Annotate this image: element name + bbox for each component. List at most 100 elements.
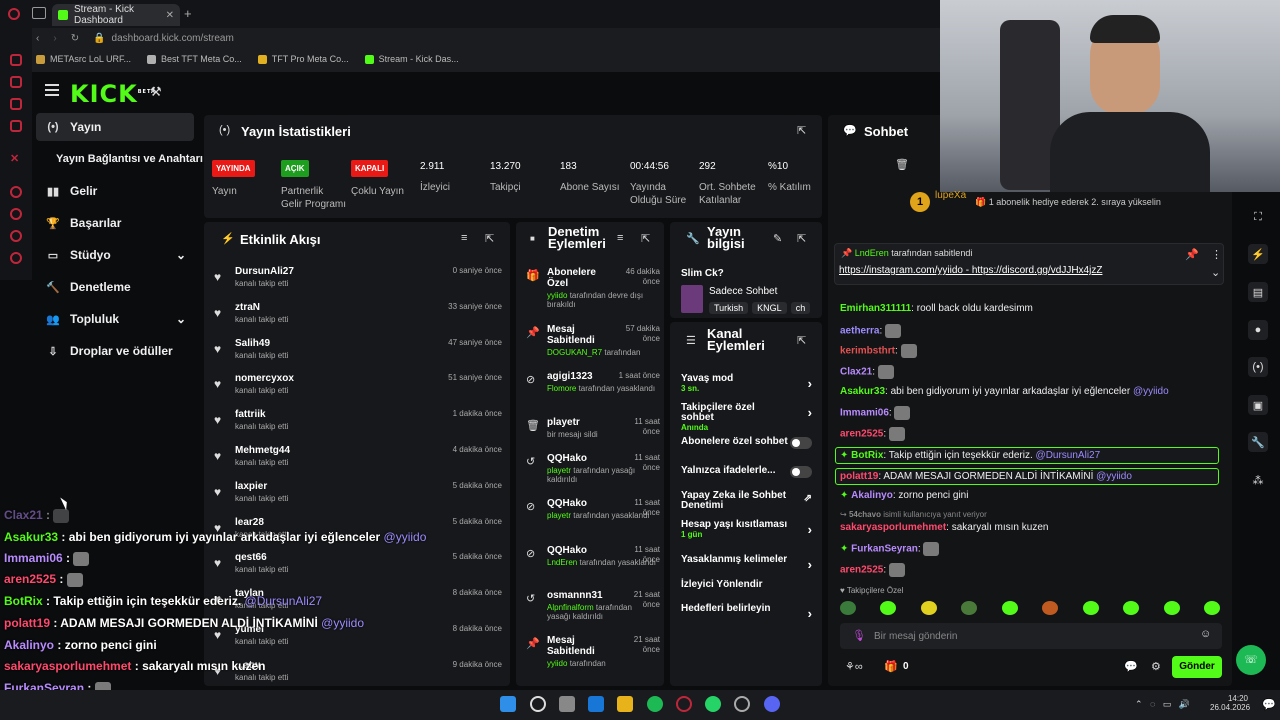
hamburger-menu-icon[interactable] xyxy=(45,84,59,96)
hammer-icon[interactable]: ⚒ xyxy=(150,84,162,100)
tag[interactable]: Turkish xyxy=(709,302,749,314)
support-icon[interactable]: ☏ xyxy=(1236,645,1266,675)
chevron-down-icon[interactable]: ⌄ xyxy=(176,248,186,262)
emote-icon[interactable] xyxy=(920,601,937,615)
moderation-actor[interactable]: Alpnfinalform xyxy=(547,603,594,612)
moderation-actor[interactable]: playetr xyxy=(547,466,571,475)
pin-icon[interactable]: 📌 xyxy=(1185,248,1199,261)
whatsapp-icon[interactable] xyxy=(705,696,721,712)
chat-username[interactable]: Asakur33 xyxy=(840,386,885,397)
event-user[interactable]: laxpier xyxy=(235,481,267,492)
popout-icon[interactable]: ⇱ xyxy=(797,334,806,347)
tray-icons[interactable]: ⌃ ◌ ▭ 🔊 xyxy=(1135,699,1190,710)
emote-icon[interactable] xyxy=(1082,601,1099,615)
sidebar-app-icon[interactable] xyxy=(10,76,22,88)
chat-bubble-icon[interactable]: 💬 xyxy=(1124,660,1138,673)
event-user[interactable]: Salih49 xyxy=(235,338,270,349)
chat-icon[interactable]: ● xyxy=(1248,320,1268,340)
channel-action-0[interactable]: Yavaş mod 3 sn. › xyxy=(681,374,816,400)
kick-logo[interactable]: KICKBETA xyxy=(70,80,156,108)
chevron-right-icon[interactable]: › xyxy=(808,522,812,537)
trash-icon[interactable]: 🗑 xyxy=(895,158,909,171)
popout-icon[interactable]: ⇱ xyxy=(797,124,806,137)
broadcast-icon[interactable]: (•) xyxy=(1248,357,1268,377)
x-icon[interactable]: ✕ xyxy=(10,152,19,165)
sidebar-item-3[interactable]: 🏆 Başarılar xyxy=(36,209,194,237)
edge-icon[interactable] xyxy=(588,696,604,712)
sidebar-app-icon[interactable] xyxy=(10,230,22,242)
sidebar-app-icon[interactable] xyxy=(10,186,22,198)
bookmark[interactable]: Stream - Kick Das... xyxy=(364,54,459,64)
emote-icon[interactable] xyxy=(840,601,856,615)
gift-icon[interactable]: 🎁 xyxy=(884,660,898,673)
channel-action-3[interactable]: Yalnızca ifadelerle... xyxy=(681,466,816,492)
mic-icon[interactable]: 🎙 xyxy=(852,629,866,642)
chat-username[interactable]: aren2525 xyxy=(840,565,883,576)
chevron-down-icon[interactable]: ⌄ xyxy=(1211,266,1220,279)
emoji-icon[interactable]: ☺ xyxy=(1200,628,1211,640)
emote-icon[interactable] xyxy=(1001,601,1018,615)
emote-icon[interactable] xyxy=(880,601,897,615)
event-user[interactable]: Mehmetg44 xyxy=(235,445,290,456)
new-tab-icon[interactable]: + xyxy=(184,6,192,21)
opera-icon[interactable] xyxy=(676,696,692,712)
chevron-right-icon[interactable]: › xyxy=(808,376,812,391)
send-button[interactable]: Gönder xyxy=(1172,656,1222,678)
sidebar-item-7[interactable]: ⇩ Droplar ve ödüller xyxy=(36,337,194,365)
chat-username[interactable]: aren2525 xyxy=(840,429,883,440)
points-icon[interactable]: ⚘∞ xyxy=(845,660,863,673)
settings-icon[interactable] xyxy=(10,252,22,264)
channel-action-8[interactable]: Hedefleri belirleyin › xyxy=(681,604,816,630)
emote-icon[interactable] xyxy=(1203,601,1220,615)
event-user[interactable]: DursunAli27 xyxy=(235,266,294,277)
toggle-switch[interactable] xyxy=(790,437,812,449)
chat-username[interactable]: Emirhan311111 xyxy=(840,303,911,314)
shield-icon[interactable]: ▣ xyxy=(1248,395,1268,415)
sidebar-item-0[interactable]: (•) Yayın xyxy=(36,113,194,141)
chat-username[interactable]: kerimbsthrt xyxy=(840,346,895,357)
chat-username[interactable]: BotRix xyxy=(851,450,883,461)
tag[interactable]: ch xyxy=(790,302,811,314)
event-user[interactable]: nomercyxox xyxy=(235,373,294,384)
popout-icon[interactable]: ⇱ xyxy=(485,232,494,245)
chat-input[interactable]: 🎙 Bir mesaj gönderin ☺ xyxy=(840,623,1222,649)
chevron-right-icon[interactable]: › xyxy=(808,405,812,420)
emote-icon[interactable] xyxy=(1042,601,1059,615)
moderation-actor[interactable]: LndEren xyxy=(547,558,577,567)
list-icon[interactable]: ▤ xyxy=(1248,282,1268,302)
popout-icon[interactable]: ⇱ xyxy=(797,232,806,245)
tab-close-icon[interactable]: ✕ xyxy=(166,10,174,21)
channel-action-6[interactable]: Yasaklanmış kelimeler › xyxy=(681,555,816,581)
search-icon[interactable] xyxy=(530,696,546,712)
chat-username[interactable]: Clax21 xyxy=(840,367,872,378)
emote-icon[interactable] xyxy=(1123,601,1140,615)
filter-icon[interactable]: ≡ xyxy=(461,232,467,244)
folder-icon[interactable] xyxy=(617,696,633,712)
chat-username[interactable]: polatt19 xyxy=(840,471,878,482)
filter-icon[interactable]: ≡ xyxy=(617,232,623,244)
windows-start-icon[interactable] xyxy=(500,696,516,712)
tab-manager-icon[interactable] xyxy=(32,7,46,19)
event-user[interactable]: qest66 xyxy=(235,552,267,563)
channel-action-1[interactable]: Takipçilere özel sohbet Anında › xyxy=(681,403,816,433)
sidebar-item-1[interactable]: Yayın Bağlantısı ve Anahtarı xyxy=(36,145,204,173)
clock[interactable]: 14:20 26.04.2026 xyxy=(1210,694,1250,712)
channel-action-4[interactable]: Yapay Zeka ile Sohbet Denetimi ⇗ xyxy=(681,491,816,517)
edit-icon[interactable]: ✎ xyxy=(773,232,782,245)
forward-icon[interactable]: › xyxy=(53,33,56,44)
pinned-text[interactable]: https://instagram.com/yyiido - https://d… xyxy=(839,265,1102,276)
browser-tab[interactable]: Stream - Kick Dashboard ✕ xyxy=(52,4,180,26)
gear-icon[interactable]: ⚙ xyxy=(1151,660,1161,673)
apps-icon[interactable]: ⁂ xyxy=(1248,470,1268,490)
sidebar-item-2[interactable]: ▮▮ Gelir xyxy=(36,177,194,205)
lightning-icon[interactable]: ⚡ xyxy=(1248,244,1268,264)
popout-icon[interactable]: ⇱ xyxy=(641,232,650,245)
emote-icon[interactable] xyxy=(1163,601,1180,615)
emote-icon[interactable] xyxy=(961,601,978,615)
external-link-icon[interactable]: ⇗ xyxy=(804,493,812,504)
bookmark[interactable]: METAsrc LoL URF... xyxy=(36,54,131,64)
sidebar-app-icon[interactable] xyxy=(10,54,22,66)
event-user[interactable]: lear28 xyxy=(235,517,264,528)
spotify-icon[interactable] xyxy=(647,696,663,712)
bookmark[interactable]: TFT Pro Meta Co... xyxy=(257,54,349,64)
